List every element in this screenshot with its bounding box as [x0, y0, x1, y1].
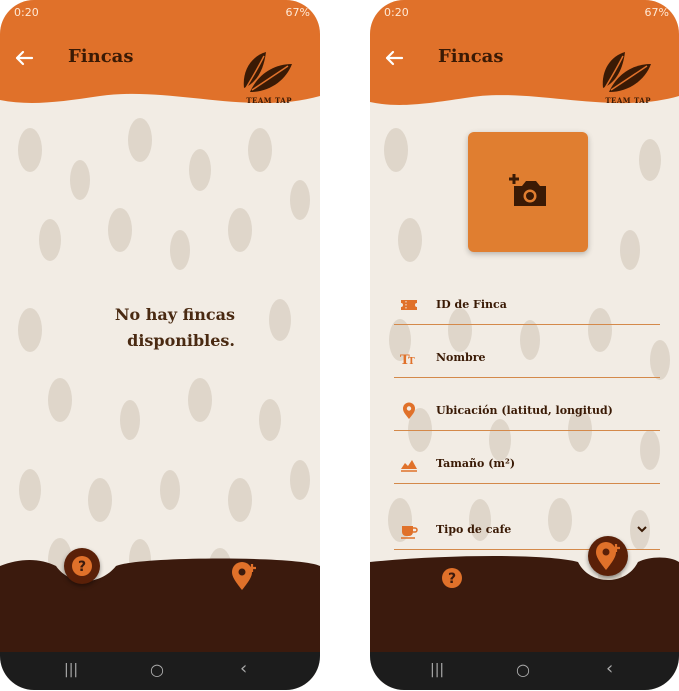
app-bar: Fincas TEAM TAP	[370, 26, 679, 136]
status-battery: 67%	[285, 6, 310, 19]
status-time: 0:20	[14, 6, 39, 19]
finca-id-label: ID de Finca	[436, 298, 507, 311]
add-location-button[interactable]	[588, 536, 628, 576]
android-nav-bar: ||| ○ ‹	[0, 652, 320, 690]
text-format-icon: T T	[400, 353, 415, 367]
empty-state-message: No hay fincas disponibles.	[95, 302, 235, 354]
tamano-label: Tamaño (m²)	[436, 457, 516, 470]
finca-id-field[interactable]: ID de Finca	[394, 288, 660, 325]
empty-state-line-1: No hay fincas	[114, 305, 235, 324]
status-bar: 0:20 67%	[0, 0, 320, 26]
back-arrow-icon[interactable]	[382, 46, 406, 70]
page-title: Fincas	[68, 46, 134, 67]
bottom-bar-shape	[0, 558, 320, 652]
phone-screen-list: 0:20 67% Fincas TEAM TAP No hay fincas d…	[0, 0, 320, 690]
nav-back-button[interactable]: ‹	[240, 658, 247, 679]
svg-text:T: T	[408, 357, 415, 367]
status-time: 0:20	[384, 6, 409, 19]
svg-text:?: ?	[78, 559, 86, 575]
help-button[interactable]: ?	[64, 548, 100, 584]
leaf-logo-icon	[243, 52, 292, 92]
home-button[interactable]: ○	[150, 660, 164, 679]
tipo-cafe-label: Tipo de cafe	[436, 523, 512, 536]
add-location-icon[interactable]	[230, 562, 258, 592]
coffee-cup-icon	[401, 526, 418, 539]
nombre-field[interactable]: T T Nombre	[394, 341, 660, 378]
home-button[interactable]: ○	[516, 660, 530, 679]
ubicacion-label: Ubicación (latitud, longitud)	[436, 404, 613, 417]
location-pin-icon	[403, 402, 415, 419]
empty-state-line-2: disponibles.	[127, 331, 235, 350]
leaf-logo-icon	[602, 52, 651, 92]
page-title: Fincas	[438, 46, 504, 67]
bottom-bar-shape	[370, 556, 679, 652]
bottom-bar: ?	[370, 536, 679, 652]
add-location-icon	[596, 542, 620, 570]
bottom-bar: ?	[0, 548, 320, 652]
add-photo-button[interactable]	[468, 132, 588, 252]
nombre-label: Nombre	[436, 351, 486, 364]
ubicacion-field[interactable]: Ubicación (latitud, longitud)	[394, 394, 660, 431]
tamano-field[interactable]: Tamaño (m²)	[394, 447, 660, 484]
svg-text:?: ?	[448, 571, 456, 587]
phone-screen-form: 0:20 67% Fincas TEAM TAP ID de Finca T T…	[370, 0, 679, 690]
ticket-icon	[401, 300, 417, 310]
help-icon: ?	[72, 556, 92, 576]
terrain-icon	[401, 460, 417, 472]
status-battery: 67%	[644, 6, 669, 19]
recents-button[interactable]: |||	[430, 662, 444, 678]
android-nav-bar: ||| ○ ‹	[370, 652, 679, 690]
back-arrow-icon[interactable]	[12, 46, 36, 70]
add-photo-camera-icon	[509, 174, 546, 206]
status-bar: 0:20 67%	[370, 0, 679, 26]
logo-text: TEAM TAP	[605, 96, 651, 105]
chevron-down-icon[interactable]	[636, 523, 648, 535]
nav-back-button[interactable]: ‹	[606, 658, 613, 679]
recents-button[interactable]: |||	[64, 662, 78, 678]
app-bar: Fincas TEAM TAP	[0, 26, 320, 136]
logo-text: TEAM TAP	[246, 96, 292, 105]
help-icon[interactable]: ?	[440, 566, 464, 590]
